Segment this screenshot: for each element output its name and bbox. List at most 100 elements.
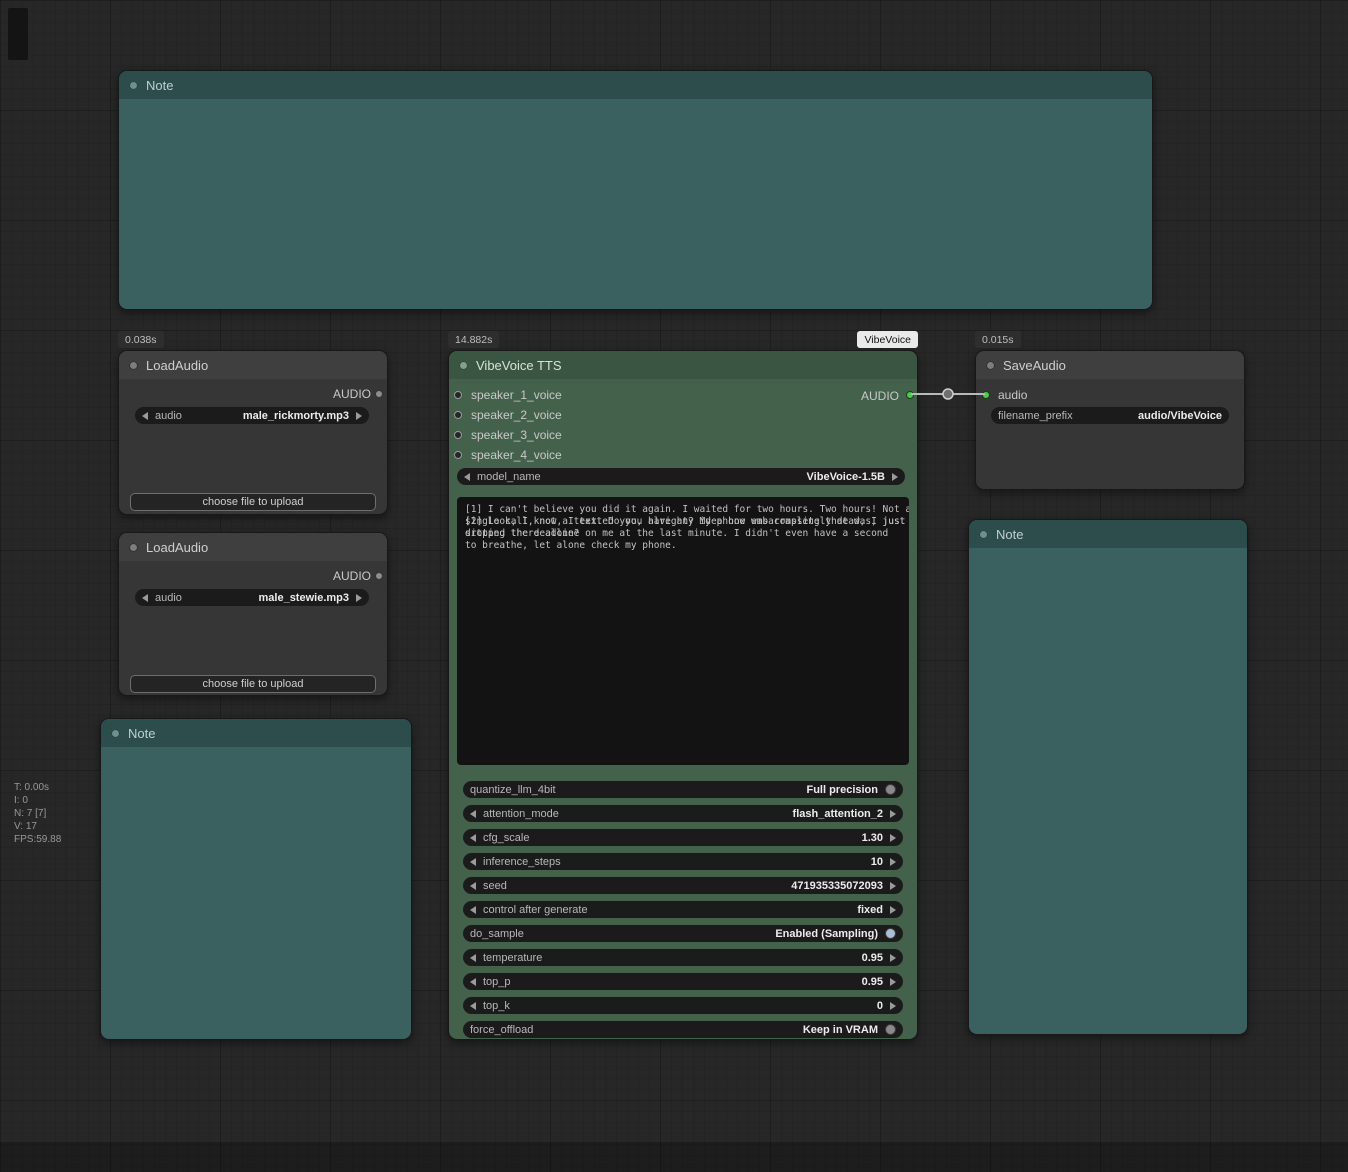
next-arrow-icon[interactable] [890, 1002, 896, 1010]
prev-arrow-icon[interactable] [142, 412, 148, 420]
prev-arrow-icon[interactable] [470, 954, 476, 962]
widget-value: male_stewie.mp3 [259, 592, 350, 604]
speaker-3-voice-input-slot[interactable] [454, 431, 462, 439]
prev-arrow-icon[interactable] [464, 473, 470, 481]
next-arrow-icon[interactable] [890, 834, 896, 842]
save-audio-titlebar[interactable]: SaveAudio [976, 351, 1244, 379]
filename-prefix-widget[interactable]: filename_prefix audio/VibeVoice [991, 407, 1229, 424]
collapse-dot[interactable] [979, 530, 988, 539]
widget-model-name[interactable]: model_name VibeVoice-1.5B [457, 468, 905, 485]
widget-value: Enabled (Sampling) [775, 928, 878, 940]
load-audio-node-1[interactable]: LoadAudio AUDIO audio male_rickmorty.mp3… [118, 350, 388, 515]
next-arrow-icon[interactable] [890, 882, 896, 890]
text-line: to breathe, let alone check my phone. [465, 540, 901, 552]
input-slot-label: speaker_2_voice [471, 408, 562, 422]
vibevoice-titlebar[interactable]: VibeVoice TTS [449, 351, 917, 379]
widget-control-after-generate[interactable]: control after generate fixed [463, 901, 903, 918]
next-arrow-icon[interactable] [890, 978, 896, 986]
collapse-dot[interactable] [129, 361, 138, 370]
widget-do-sample[interactable]: do_sample Enabled (Sampling) [463, 925, 903, 942]
text-input[interactable]: [1] I can't believe you did it again. I … [457, 497, 909, 765]
audio-file-widget[interactable]: audio male_stewie.mp3 [135, 589, 369, 606]
collapse-dot[interactable] [111, 729, 120, 738]
widget-seed[interactable]: seed 471935335072093 [463, 877, 903, 894]
note-node-right[interactable]: Note [968, 519, 1248, 1035]
execution-time-badge: 0.038s [118, 331, 164, 348]
toggle-dot[interactable] [885, 784, 896, 795]
link-midpoint-dot[interactable] [943, 389, 953, 399]
vibevoice-tts-node[interactable]: VibeVoice TTS speaker_1_voice speaker_2_… [448, 350, 918, 1040]
collapse-dot[interactable] [129, 81, 138, 90]
save-audio-node[interactable]: SaveAudio audio filename_prefix audio/Vi… [975, 350, 1245, 490]
prev-arrow-icon[interactable] [470, 882, 476, 890]
toggle-dot[interactable] [885, 1024, 896, 1035]
widget-quantize-llm-4bit[interactable]: quantize_llm_4bit Full precision [463, 781, 903, 798]
next-arrow-icon[interactable] [892, 473, 898, 481]
load-audio-node-2[interactable]: LoadAudio AUDIO audio male_stewie.mp3 ch… [118, 532, 388, 696]
execution-time-badge: 14.882s [448, 331, 499, 348]
widget-name: audio [155, 592, 182, 604]
note-node-top[interactable]: Note [118, 70, 1153, 310]
widget-value: Full precision [806, 784, 878, 796]
text-line-overlap: dropped the deadline on me at the last m… [465, 528, 901, 540]
prev-arrow-icon[interactable] [470, 858, 476, 866]
node-title: Note [128, 726, 155, 741]
widget-inference-steps[interactable]: inference_steps 10 [463, 853, 903, 870]
widget-value: VibeVoice-1.5B [807, 471, 885, 483]
prev-arrow-icon[interactable] [470, 978, 476, 986]
collapse-dot[interactable] [459, 361, 468, 370]
prev-arrow-icon[interactable] [142, 594, 148, 602]
choose-file-button[interactable]: choose file to upload [130, 493, 376, 511]
widget-attention-mode[interactable]: attention_mode flash_attention_2 [463, 805, 903, 822]
widget-value: 0 [877, 1000, 883, 1012]
canvas-stats: T: 0.00s I: 0 N: 7 [7] V: 17 FPS:59.88 [14, 781, 61, 846]
note-node-right-titlebar[interactable]: Note [969, 520, 1247, 548]
note-node-top-titlebar[interactable]: Note [119, 71, 1152, 99]
input-slot-label: speaker_1_voice [471, 388, 562, 402]
widget-value: audio/VibeVoice [1138, 410, 1222, 422]
speaker-1-voice-input-slot[interactable] [454, 391, 462, 399]
prev-arrow-icon[interactable] [470, 834, 476, 842]
widget-top-p[interactable]: top_p 0.95 [463, 973, 903, 990]
collapse-dot[interactable] [129, 543, 138, 552]
speaker-2-voice-input-slot[interactable] [454, 411, 462, 419]
widget-value: 10 [871, 856, 883, 868]
load-audio-2-titlebar[interactable]: LoadAudio [119, 533, 387, 561]
next-arrow-icon[interactable] [890, 954, 896, 962]
prev-arrow-icon[interactable] [470, 1002, 476, 1010]
widget-name: inference_steps [483, 856, 561, 868]
widget-cfg-scale[interactable]: cfg_scale 1.30 [463, 829, 903, 846]
audio-input-slot[interactable] [982, 391, 990, 399]
prev-arrow-icon[interactable] [470, 906, 476, 914]
next-arrow-icon[interactable] [356, 412, 362, 420]
widget-top-k[interactable]: top_k 0 [463, 997, 903, 1014]
input-slot-label: audio [998, 388, 1027, 402]
stat-version: V: 17 [14, 820, 61, 833]
node-title: LoadAudio [146, 358, 208, 373]
widget-name: top_p [483, 976, 511, 988]
toggle-dot[interactable] [885, 928, 896, 939]
speaker-4-voice-input-slot[interactable] [454, 451, 462, 459]
audio-output-slot[interactable] [906, 391, 914, 399]
note-node-left-titlebar[interactable]: Note [101, 719, 411, 747]
audio-output-slot[interactable] [375, 572, 383, 580]
stat-fps: FPS:59.88 [14, 833, 61, 846]
next-arrow-icon[interactable] [890, 858, 896, 866]
prev-arrow-icon[interactable] [470, 810, 476, 818]
widget-force-offload[interactable]: force_offload Keep in VRAM [463, 1021, 903, 1038]
load-audio-1-titlebar[interactable]: LoadAudio [119, 351, 387, 379]
next-arrow-icon[interactable] [890, 906, 896, 914]
audio-output-slot[interactable] [375, 390, 383, 398]
audio-file-widget[interactable]: audio male_rickmorty.mp3 [135, 407, 369, 424]
choose-file-button[interactable]: choose file to upload [130, 675, 376, 693]
next-arrow-icon[interactable] [890, 810, 896, 818]
node-title: Note [146, 78, 173, 93]
widget-value: male_rickmorty.mp3 [243, 410, 349, 422]
node-graph-canvas[interactable]: Note 0.038s LoadAudio AUDIO audio male_r… [0, 0, 1348, 1172]
note-node-left[interactable]: Note [100, 718, 412, 1040]
next-arrow-icon[interactable] [356, 594, 362, 602]
collapse-dot[interactable] [986, 361, 995, 370]
menu-corner-stub [8, 8, 28, 60]
widget-value: 0.95 [862, 952, 883, 964]
widget-temperature[interactable]: temperature 0.95 [463, 949, 903, 966]
